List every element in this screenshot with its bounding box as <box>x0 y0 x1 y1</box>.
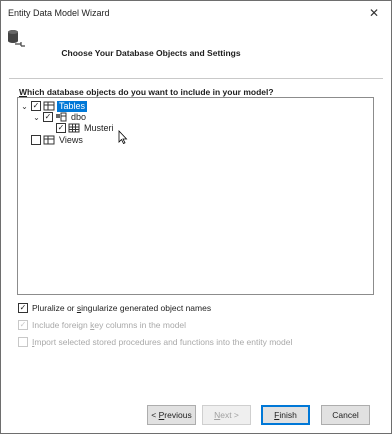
header-divider <box>9 78 383 79</box>
objects-question-label: Which database objects do you want to in… <box>19 87 274 97</box>
table-icon <box>68 123 80 133</box>
mouse-cursor-icon <box>118 130 128 144</box>
tree-node-label: Tables <box>57 100 88 112</box>
views-icon <box>43 135 55 145</box>
musteri-checkbox[interactable]: ✓ <box>56 123 66 133</box>
close-icon: ✕ <box>368 6 380 20</box>
tree-node-musteri[interactable]: ✓ Musteri <box>56 122 116 134</box>
import-procedures-checkbox <box>18 337 28 347</box>
views-checkbox[interactable] <box>31 135 41 145</box>
chevron-down-icon[interactable]: ⌄ <box>20 102 29 111</box>
tree-node-label: Views <box>59 134 83 145</box>
wizard-window: Entity Data Model Wizard ✕ Choose Your D… <box>0 0 392 434</box>
database-objects-tree[interactable]: ⌄ ✓ Tables ⌄ ✓ dbo ✓ Musteri Views <box>17 97 374 295</box>
database-icon <box>8 30 25 47</box>
page-title: Choose Your Database Objects and Setting… <box>61 48 241 58</box>
dbo-checkbox[interactable]: ✓ <box>43 112 53 122</box>
cancel-button[interactable]: Cancel <box>321 405 370 425</box>
next-button: Next > <box>202 405 251 425</box>
foreign-key-option: ✓ Include foreign key columns in the mod… <box>18 320 186 330</box>
import-procedures-label: Import selected stored procedures and fu… <box>32 337 293 347</box>
tree-node-label: dbo <box>71 111 87 122</box>
previous-button[interactable]: < Previous <box>147 405 196 425</box>
chevron-down-icon[interactable]: ⌄ <box>32 113 41 122</box>
pluralize-option[interactable]: ✓ Pluralize or singularize generated obj… <box>18 303 211 313</box>
pluralize-label: Pluralize or singularize generated objec… <box>32 303 212 313</box>
tables-icon <box>43 101 55 111</box>
tables-checkbox[interactable]: ✓ <box>31 101 41 111</box>
tree-node-views[interactable]: Views <box>20 134 85 146</box>
foreign-key-label: Include foreign key columns in the model <box>32 320 187 330</box>
title-bar[interactable]: Entity Data Model Wizard ✕ <box>2 2 390 24</box>
close-button[interactable]: ✕ <box>360 2 388 24</box>
pluralize-checkbox[interactable]: ✓ <box>18 303 28 313</box>
window-title: Entity Data Model Wizard <box>8 8 110 18</box>
tree-node-label: Musteri <box>84 122 114 133</box>
import-procedures-option: Import selected stored procedures and fu… <box>18 337 292 347</box>
finish-button[interactable]: Finish <box>261 405 310 425</box>
foreign-key-checkbox: ✓ <box>18 320 28 330</box>
schema-icon <box>56 112 67 122</box>
